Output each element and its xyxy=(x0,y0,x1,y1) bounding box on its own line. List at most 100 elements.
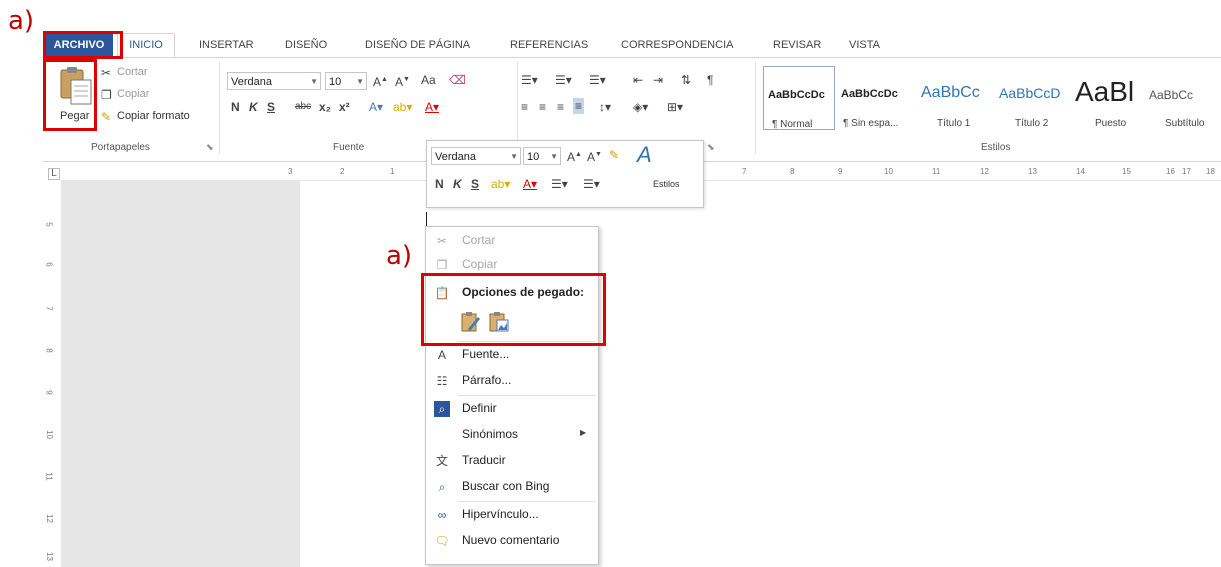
bullets-icon[interactable]: ☰▾ xyxy=(521,73,538,87)
menu-item-bing[interactable]: ⌕ Buscar con Bing xyxy=(426,475,596,499)
style-name: ¶ Normal xyxy=(772,119,813,130)
justify-icon[interactable]: ≡ xyxy=(573,98,585,114)
paragraph-launcher-icon[interactable]: ⬊ xyxy=(707,142,715,153)
tab-vista[interactable]: VISTA xyxy=(849,34,880,56)
sort-icon[interactable]: ⇅ xyxy=(681,73,691,87)
line-spacing-icon[interactable]: ↕▾ xyxy=(599,100,611,114)
align-left-icon[interactable]: ≡ xyxy=(521,100,528,114)
strikethrough-button[interactable]: abc xyxy=(295,100,311,114)
tab-revisar[interactable]: REVISAR xyxy=(773,34,821,56)
ruler-tick: 1 xyxy=(390,167,395,176)
underline-button[interactable]: S xyxy=(267,100,275,114)
tab-insertar[interactable]: INSERTAR xyxy=(199,34,254,56)
menu-item-cut[interactable]: ✂ Cortar xyxy=(426,229,596,253)
copy-icon: ❐ xyxy=(101,88,112,102)
borders-icon[interactable]: ⊞▾ xyxy=(667,100,683,114)
italic-button[interactable]: K xyxy=(249,100,258,114)
styles-label[interactable]: Estilos xyxy=(653,179,680,189)
cut-button[interactable]: Cortar xyxy=(117,66,148,78)
menu-item-new-comment[interactable]: 🗨 Nuevo comentario xyxy=(426,529,596,553)
menu-item-translate[interactable]: 文 Traducir xyxy=(426,449,596,473)
menu-item-label: Buscar con Bing xyxy=(462,479,550,493)
mini-font-size-combo[interactable]: 10 ▼ xyxy=(523,147,561,165)
link-icon: ∞ xyxy=(437,508,447,522)
highlight-icon[interactable]: ab▾ xyxy=(491,177,510,191)
menu-item-synonyms[interactable]: Sinónimos ▶ xyxy=(426,423,596,447)
ruler-tick: 18 xyxy=(1206,167,1215,176)
bold-button[interactable]: N xyxy=(435,177,444,191)
numbering-icon[interactable]: ☰▾ xyxy=(583,177,600,191)
ruler-tick: 12 xyxy=(980,167,989,176)
ruler-tick: 3 xyxy=(288,167,293,176)
ruler-tick: 9 xyxy=(44,390,54,395)
format-painter-button[interactable]: Copiar formato xyxy=(117,110,190,122)
paragraph-icon: ☷ xyxy=(436,374,448,388)
style-no-spacing[interactable]: AaBbCcDc ¶ Sin espa... xyxy=(837,66,913,130)
tab-diseno-pagina[interactable]: DISEÑO DE PÁGINA xyxy=(365,34,470,56)
ruler-tick: 6 xyxy=(44,262,54,267)
align-right-icon[interactable]: ≡ xyxy=(557,100,564,114)
ruler-tick: 9 xyxy=(838,167,843,176)
decrease-indent-icon[interactable]: ⇤ xyxy=(633,73,643,87)
menu-item-paragraph[interactable]: ☷ Párrafo... xyxy=(426,369,596,393)
align-center-icon[interactable]: ≡ xyxy=(539,100,546,114)
style-heading-1[interactable]: AaBbCc Título 1 xyxy=(915,66,991,130)
highlight-icon[interactable]: ab▾ xyxy=(393,100,412,114)
grow-font-icon[interactable]: A▲ xyxy=(373,73,388,89)
ruler-tick: 13 xyxy=(44,552,54,561)
shading-icon[interactable]: ◈▾ xyxy=(633,100,648,114)
show-marks-icon[interactable]: ¶ xyxy=(707,73,713,87)
bullets-icon[interactable]: ☰▾ xyxy=(551,177,568,191)
style-heading-2[interactable]: AaBbCcD Título 2 xyxy=(993,66,1069,130)
shrink-font-icon[interactable]: A▼ xyxy=(587,148,602,164)
scissors-icon: ✂ xyxy=(436,234,448,248)
styles-group-label: Estilos xyxy=(981,142,1011,153)
clipboard-group-label: Portapapeles xyxy=(91,142,150,153)
tab-correspondencia[interactable]: CORRESPONDENCIA xyxy=(621,34,733,56)
bold-button[interactable]: N xyxy=(231,100,240,114)
text-effects-icon[interactable]: A▾ xyxy=(369,100,383,114)
mini-font-name-combo[interactable]: Verdana ▼ xyxy=(431,147,521,165)
styles-icon[interactable]: A xyxy=(637,143,652,167)
clipboard-launcher-icon[interactable]: ⬊ xyxy=(206,142,214,153)
menu-item-define[interactable]: ⌕ Definir xyxy=(426,397,596,421)
tab-referencias[interactable]: REFERENCIAS xyxy=(510,34,588,56)
menu-item-hyperlink[interactable]: ∞ Hipervínculo... xyxy=(426,503,596,527)
style-normal[interactable]: AaBbCcDc ¶ Normal xyxy=(763,66,835,130)
font-color-icon[interactable]: A▾ xyxy=(523,177,537,191)
chevron-down-icon: ▼ xyxy=(510,152,518,161)
grow-font-icon[interactable]: A▲ xyxy=(567,148,582,164)
subscript-button[interactable]: x₂ xyxy=(319,100,331,114)
comment-icon: 🗨 xyxy=(434,534,450,548)
translate-icon: 文 xyxy=(435,454,448,468)
scissors-icon: ✂ xyxy=(101,66,112,80)
style-sample: AaBbCcD xyxy=(999,85,1061,101)
underline-button[interactable]: S xyxy=(471,177,479,191)
change-case-button[interactable]: Aa xyxy=(421,73,436,87)
shrink-font-icon[interactable]: A▼ xyxy=(395,73,410,89)
mini-font-size-value: 10 xyxy=(527,151,540,163)
ruler-tick: 10 xyxy=(884,167,893,176)
annotation-label-menu: a) xyxy=(386,241,413,271)
tab-selector-button[interactable]: L xyxy=(48,168,60,180)
font-name-combo[interactable]: Verdana ▼ xyxy=(227,72,321,90)
superscript-button[interactable]: x² xyxy=(339,100,350,114)
group-divider xyxy=(755,62,756,154)
tab-diseno[interactable]: DISEÑO xyxy=(285,34,327,56)
font-size-combo[interactable]: 10 ▼ xyxy=(325,72,367,90)
tab-inicio[interactable]: INICIO xyxy=(117,33,175,57)
highlight-box-paste-options xyxy=(421,273,606,346)
style-title[interactable]: AaBl Puesto xyxy=(1071,66,1145,130)
format-painter-icon[interactable]: ✎ xyxy=(609,148,619,162)
clear-format-icon[interactable]: ⌫ xyxy=(449,73,466,87)
style-subtitle[interactable]: AaBbCc Subtítulo xyxy=(1147,66,1221,130)
copy-button[interactable]: Copiar xyxy=(117,88,149,100)
increase-indent-icon[interactable]: ⇥ xyxy=(653,73,663,87)
vertical-ruler[interactable]: 5 6 7 8 9 10 11 12 13 xyxy=(43,180,62,567)
numbering-icon[interactable]: ☰▾ xyxy=(555,73,572,87)
menu-item-font[interactable]: A Fuente... xyxy=(426,343,596,367)
multilevel-list-icon[interactable]: ☰▾ xyxy=(589,73,606,87)
italic-button[interactable]: K xyxy=(453,177,462,191)
copy-icon: ❐ xyxy=(436,258,448,272)
font-color-icon[interactable]: A▾ xyxy=(425,100,439,114)
